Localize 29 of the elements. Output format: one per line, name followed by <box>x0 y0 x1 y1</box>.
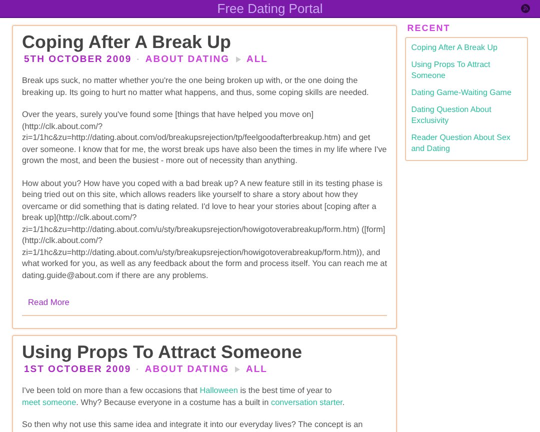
triangle-icon <box>234 56 242 63</box>
post-title[interactable]: Coping After A Break Up <box>22 32 388 53</box>
category-link[interactable]: ABOUT DATING <box>145 54 230 65</box>
recent-post-link[interactable]: Dating Game-Waiting Game <box>411 87 521 98</box>
text-link[interactable]: conversation starter <box>270 398 342 406</box>
post-title[interactable]: Using Props To Attract Someone <box>22 342 388 363</box>
recent-post-link[interactable]: Coping After A Break Up <box>411 42 521 53</box>
post-paragraph: How about you? How have you coped with a bad break up? A new feature still in its testing phase is being tried out on this site, which allows readers like yourself to share a story about how they overcame or did something that is dating related. I'd love to hear your stories about [coping after a break up](http://clk.about.com/?zi=1/1hc&zu=http://dating.about.com/u/sty/breakupsrejection/howigotoverabreakup/form.htm) ([form](http://clk.about.com/?zi=1/1hc&zu=http://dating.about.com/u/sty/breakupsrejection/howigotoverabreakup/form.htm)), and what worked for you, as well as any feedback about the form and process itself. You can reach me at dating.guide@about.com if there are any problems. <box>22 178 388 281</box>
sidebar-heading: RECENT <box>407 23 452 33</box>
post-date: 5TH OCTOBER 2009 <box>24 54 132 65</box>
read-more-link[interactable]: Read More <box>28 297 70 307</box>
post-date: 1ST OCTOBER 2009 <box>24 364 132 375</box>
category-link[interactable]: ABOUT DATING <box>144 364 229 375</box>
recent-post-link[interactable]: Reader Question About Sex and Dating <box>411 132 521 154</box>
recent-post-link[interactable]: Using Props To Attract Someone <box>411 59 521 81</box>
recent-post-link[interactable]: Dating Question About Exclusivity <box>411 104 521 126</box>
triangle-icon <box>234 366 241 373</box>
text-link[interactable]: Halloween <box>200 386 238 395</box>
text-link[interactable]: meet someone <box>22 398 76 406</box>
post-paragraph: Over the years, surely you've found some [things that have helped you move on](http://clk.about.com/?zi=1/1hc&zu=http://dating.about.com/od/breakupsrejection/tp/feelgoodafterbreakup.htm) and get over someone. I know that for me, the worst break ups have also been the times in my life where I've grown the most, and been the busiest - more out of necessity than anything. <box>22 109 388 166</box>
separator-dot: · <box>136 55 140 64</box>
site-title: Free Dating Portal <box>217 1 323 16</box>
feed-icon[interactable] <box>521 4 530 13</box>
post-paragraph: So then why not use this same idea and integrate it into our everyday lives? The concept is an <box>22 419 364 430</box>
subcategory-link[interactable]: ALL <box>246 364 268 375</box>
separator-dot: · <box>136 365 140 374</box>
subcategory-link[interactable]: ALL <box>246 54 268 65</box>
post-paragraph: I've been told on more than a few occasions that Halloween is the best time of year to meet someone. Why? Because everyone in a costume has a built in conversation starter. <box>22 385 346 408</box>
post-paragraph: Break ups suck, no matter whether you're the one being broken up with, or the one doing the breaking up. Its going to hurt no matter what happens, and thus, some coping skills are needed. <box>22 75 370 98</box>
